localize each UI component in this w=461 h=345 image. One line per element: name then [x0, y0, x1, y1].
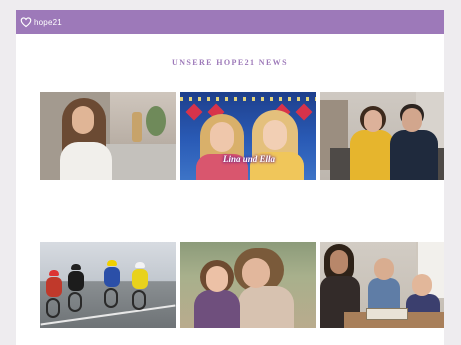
news-card-title[interactable] [320, 334, 444, 340]
news-card-title[interactable] [320, 186, 444, 192]
header-bar: hope21 [16, 10, 444, 34]
logo-text: hope21 [34, 17, 62, 27]
news-card-image[interactable]: Lina und Ella [180, 92, 316, 180]
news-card-excerpt [40, 196, 176, 208]
news-card[interactable] [40, 92, 176, 208]
news-card[interactable]: Lina und Ella [180, 92, 316, 208]
news-card-image[interactable] [180, 242, 316, 328]
news-card[interactable] [320, 92, 444, 208]
news-card-excerpt [320, 196, 444, 208]
main-nav [330, 10, 436, 34]
heart-logo-icon [20, 17, 32, 28]
news-card[interactable] [40, 242, 176, 340]
nav-link-2[interactable] [384, 20, 436, 25]
news-card-excerpt [180, 196, 316, 208]
logo[interactable]: hope21 [20, 14, 62, 30]
page-title: UNSERE HOPE21 NEWS [172, 58, 288, 67]
news-card[interactable] [180, 242, 316, 340]
nav-link-1[interactable] [330, 20, 370, 25]
news-card-image[interactable] [40, 92, 176, 180]
news-card-image[interactable] [320, 242, 444, 328]
news-card-title[interactable] [40, 186, 176, 192]
page: hope21 UNSERE HOPE21 NEWS Lina und Ella [16, 10, 444, 345]
news-card-title[interactable] [180, 186, 316, 192]
news-card[interactable] [320, 242, 444, 340]
news-card-title[interactable] [40, 334, 176, 340]
news-card-title[interactable] [180, 334, 316, 340]
news-card-image[interactable] [40, 242, 176, 328]
news-card-image[interactable] [320, 92, 444, 180]
image-overlay-text: Lina und Ella [222, 154, 276, 164]
